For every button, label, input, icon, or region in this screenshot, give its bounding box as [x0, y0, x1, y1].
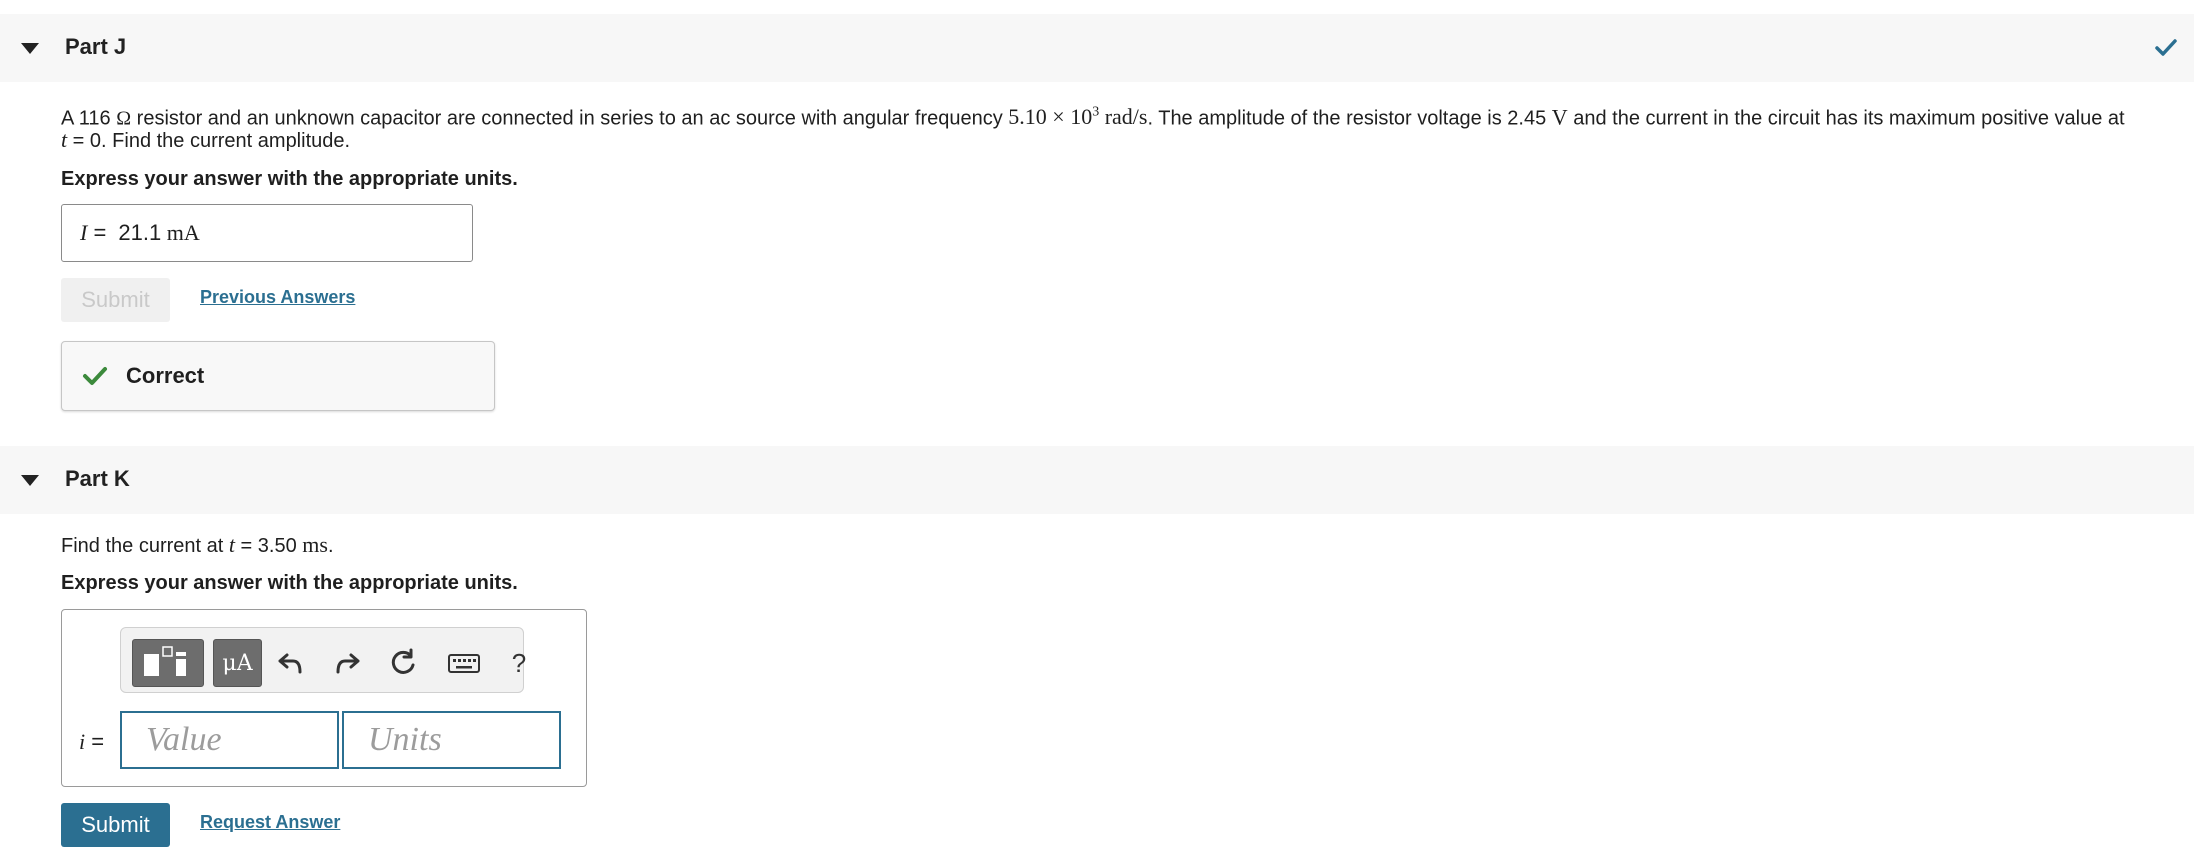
units-input[interactable] [344, 713, 559, 767]
units-button-label: μA [222, 650, 253, 676]
part-j-answer-display: I = 21.1 mA [61, 204, 473, 262]
volt-unit: V [1551, 104, 1568, 130]
undo-icon[interactable] [275, 647, 307, 679]
part-j-question-line-1: A 116 Ω resistor and an unknown capacito… [61, 100, 2125, 131]
question-text: . [327, 535, 334, 557]
answer-variable-label: i = [79, 729, 104, 755]
part-j-title: Part J [65, 34, 127, 59]
templates-icon [144, 646, 186, 676]
previous-answers-link[interactable]: Previous Answers [200, 287, 355, 308]
request-answer-link[interactable]: Request Answer [200, 812, 340, 833]
units-button[interactable]: μA [213, 639, 262, 687]
question-text: = 3.50 [235, 535, 303, 557]
part-j-submit-button: Submit [61, 278, 170, 322]
keyboard-icon[interactable] [447, 647, 481, 679]
part-j-question-line-2: t = 0. Find the current amplitude. [61, 127, 350, 154]
math-toolbar: μA ? [120, 627, 526, 693]
equals-sign: = [85, 729, 105, 754]
reset-icon[interactable] [387, 647, 419, 679]
caret-down-icon[interactable] [21, 475, 39, 486]
times-symbol: × [1046, 104, 1071, 130]
part-k-submit-button[interactable]: Submit [61, 803, 170, 847]
value-input[interactable] [122, 713, 337, 767]
question-text: = 0. Find the current amplitude. [67, 130, 351, 152]
frequency-base: 10 [1070, 104, 1093, 130]
part-j-header[interactable]: Part J [0, 14, 2194, 82]
value-field[interactable] [120, 711, 339, 769]
answer-editor: μA ? i = [61, 609, 587, 787]
part-j-instruction: Express your answer with the appropriate… [61, 168, 518, 190]
templates-button[interactable] [132, 639, 204, 687]
answer-unit: mA [161, 220, 200, 245]
feedback-label: Correct [126, 363, 205, 388]
equals-sign: = [87, 220, 113, 245]
frequency-mantissa: 5.10 [1008, 104, 1047, 130]
question-text: and the current in the circuit has its m… [1567, 107, 2125, 130]
answer-expression: I = 21.1 mA [80, 220, 200, 246]
time-unit: ms [302, 532, 328, 557]
part-k-question: Find the current at t = 3.50 ms. [61, 532, 334, 559]
feedback-correct: Correct [61, 341, 495, 411]
angular-frequency: 5.10 × 103 rad/s [1008, 104, 1147, 129]
part-k-instruction: Express your answer with the appropriate… [61, 572, 518, 594]
part-k-title: Part K [65, 466, 130, 491]
checkmark-icon [83, 367, 107, 385]
question-text: Find the current at [61, 535, 229, 557]
frequency-unit: rad/s [1099, 104, 1148, 130]
redo-icon[interactable] [331, 647, 363, 679]
units-field[interactable] [342, 711, 561, 769]
caret-down-icon[interactable] [21, 43, 39, 54]
part-k-header[interactable]: Part K [0, 446, 2194, 514]
question-text: . The amplitude of the resistor voltage … [1147, 107, 1552, 130]
answer-value: 21.1 [118, 220, 162, 245]
help-icon[interactable]: ? [503, 647, 535, 679]
checkmark-icon [2155, 39, 2177, 56]
